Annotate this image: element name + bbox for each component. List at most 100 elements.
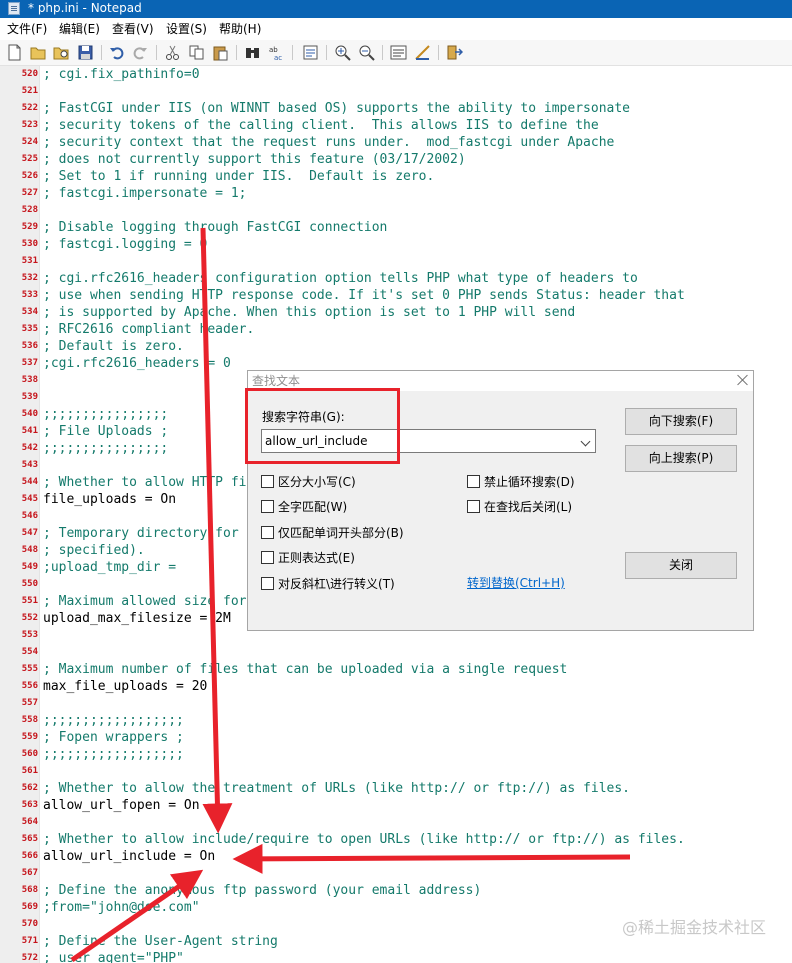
line-number: 547	[21, 528, 38, 538]
code-line[interactable]: 561	[0, 763, 792, 780]
code-line[interactable]: 555 ; Maximum number of files that can be…	[0, 661, 792, 678]
code-line[interactable]: 568 ; Define the anonymous ftp password (…	[0, 882, 792, 899]
code-line[interactable]: 567	[0, 865, 792, 882]
line-text: ; specified).	[43, 543, 145, 558]
menu-edit[interactable]: 编辑(E)	[59, 21, 100, 37]
replace-icon[interactable]: ab ac	[268, 44, 285, 61]
menu-help[interactable]: 帮助(H)	[219, 21, 261, 37]
chevron-down-icon[interactable]	[580, 436, 591, 447]
line-number: 535	[21, 324, 38, 334]
code-line[interactable]: 534 ; is supported by Apache. When this o…	[0, 304, 792, 321]
line-text: ; fastcgi.impersonate = 1;	[43, 186, 247, 201]
line-number: 537	[21, 358, 38, 368]
line-number: 569	[21, 902, 38, 912]
goto-icon[interactable]	[302, 44, 319, 61]
line-text: ;;;;;;;;;;;;;;;;;;	[43, 713, 184, 728]
line-number: 540	[21, 409, 38, 419]
code-line[interactable]: 532 ; cgi.rfc2616_headers configuration o…	[0, 270, 792, 287]
svg-text:ac: ac	[274, 54, 282, 61]
code-line[interactable]: 558;;;;;;;;;;;;;;;;;;	[0, 712, 792, 729]
line-number: 567	[21, 868, 38, 878]
word-wrap-icon[interactable]	[390, 44, 407, 61]
search-highlight-box	[245, 388, 400, 464]
code-line[interactable]: 527 ; fastcgi.impersonate = 1;	[0, 185, 792, 202]
code-line[interactable]: 560;;;;;;;;;;;;;;;;;;	[0, 746, 792, 763]
close-button[interactable]: 关闭	[625, 552, 737, 579]
undo-icon[interactable]	[108, 44, 125, 61]
menu-view[interactable]: 查看(V)	[112, 21, 154, 37]
close-icon[interactable]	[735, 373, 749, 387]
line-text: ; Fopen wrappers ;	[43, 730, 184, 745]
find-next-button[interactable]: 向下搜索(F)	[625, 408, 737, 435]
code-line[interactable]: 531	[0, 253, 792, 270]
line-text: ; Default is zero.	[43, 339, 184, 354]
line-number: 563	[21, 800, 38, 810]
line-text: allow_url_include = On	[43, 849, 216, 864]
line-text: ; user_agent="PHP"	[43, 951, 184, 963]
line-number: 521	[21, 86, 38, 96]
code-line[interactable]: 525 ; does not currently support this fea…	[0, 151, 792, 168]
open-folder-icon[interactable]	[53, 44, 70, 61]
goto-replace-link[interactable]: 转到替换(Ctrl+H)	[467, 575, 565, 591]
code-line[interactable]: 572 ; user_agent="PHP"	[0, 950, 792, 963]
line-number: 525	[21, 154, 38, 164]
exit-icon[interactable]	[446, 44, 463, 61]
code-line[interactable]: 564	[0, 814, 792, 831]
code-line[interactable]: 562 ; Whether to allow the treatment of U…	[0, 780, 792, 797]
line-number: 546	[21, 511, 38, 521]
line-text: max_file_uploads = 20	[43, 679, 208, 694]
code-line[interactable]: 536 ; Default is zero.	[0, 338, 792, 355]
find-prev-button[interactable]: 向上搜索(P)	[625, 445, 737, 472]
line-number: 543	[21, 460, 38, 470]
code-line[interactable]: 559 ; Fopen wrappers ;	[0, 729, 792, 746]
code-line[interactable]: 530 ; fastcgi.logging = 0	[0, 236, 792, 253]
code-line[interactable]: 556 max_file_uploads = 20	[0, 678, 792, 695]
zoom-in-icon[interactable]	[334, 44, 351, 61]
code-line[interactable]: 523 ; security tokens of the calling clie…	[0, 117, 792, 134]
menu-settings[interactable]: 设置(S)	[166, 21, 207, 37]
save-icon[interactable]	[77, 44, 94, 61]
line-text: ; Whether to allow the treatment of URLs…	[43, 781, 630, 796]
code-line[interactable]: 521	[0, 83, 792, 100]
line-text: ; use when sending HTTP response code. I…	[43, 288, 685, 303]
line-number: 557	[21, 698, 38, 708]
code-line[interactable]: 569 ;from="john@doe.com"	[0, 899, 792, 916]
redo-icon[interactable]	[132, 44, 149, 61]
find-icon[interactable]	[244, 44, 261, 61]
code-line[interactable]: 535 ; RFC2616 compliant header.	[0, 321, 792, 338]
line-number: 541	[21, 426, 38, 436]
code-line[interactable]: 526 ; Set to 1 if running under IIS. Defa…	[0, 168, 792, 185]
line-number: 559	[21, 732, 38, 742]
code-line[interactable]: 565 ; Whether to allow include/require to…	[0, 831, 792, 848]
line-number: 539	[21, 392, 38, 402]
line-text: ; fastcgi.logging = 0	[43, 237, 208, 252]
code-line[interactable]: 533 ; use when sending HTTP response code…	[0, 287, 792, 304]
open-icon[interactable]	[30, 44, 47, 61]
line-text: ;cgi.rfc2616_headers = 0	[43, 356, 231, 371]
code-line[interactable]: 520 ; cgi.fix_pathinfo=0	[0, 66, 792, 83]
line-number: 568	[21, 885, 38, 895]
line-number: 561	[21, 766, 38, 776]
code-line[interactable]: 566 allow_url_include = On	[0, 848, 792, 865]
notepad-app-icon	[8, 2, 20, 15]
code-line[interactable]: 522 ; FastCGI under IIS (on WINNT based O…	[0, 100, 792, 117]
line-number: 570	[21, 919, 38, 929]
line-text: ; Set to 1 if running under IIS. Default…	[43, 169, 435, 184]
line-number: 536	[21, 341, 38, 351]
code-line[interactable]: 554	[0, 644, 792, 661]
copy-icon[interactable]	[188, 44, 205, 61]
code-line[interactable]: 557	[0, 695, 792, 712]
new-icon[interactable]	[6, 44, 23, 61]
line-text: upload_max_filesize = 2M	[43, 611, 231, 626]
menu-file[interactable]: 文件(F)	[7, 21, 47, 37]
code-line[interactable]: 563 allow_url_fopen = On	[0, 797, 792, 814]
cut-icon[interactable]	[164, 44, 181, 61]
code-line[interactable]: 529 ; Disable logging through FastCGI con…	[0, 219, 792, 236]
zoom-out-icon[interactable]	[358, 44, 375, 61]
line-text: ;;;;;;;;;;;;;;;;	[43, 441, 169, 456]
settings-icon[interactable]	[414, 44, 431, 61]
code-line[interactable]: 528	[0, 202, 792, 219]
paste-icon[interactable]	[212, 44, 229, 61]
code-line[interactable]: 524 ; security context that the request r…	[0, 134, 792, 151]
line-number: 551	[21, 596, 38, 606]
